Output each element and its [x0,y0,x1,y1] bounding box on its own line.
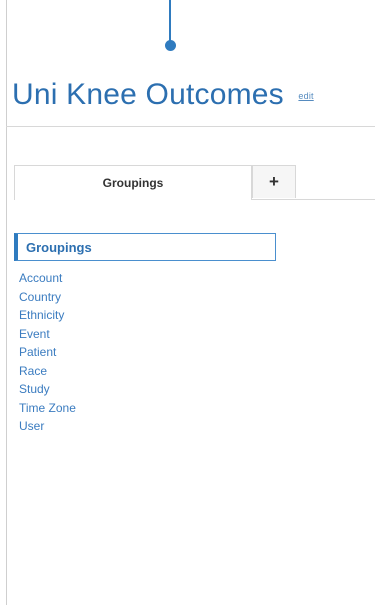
grouping-item-race[interactable]: Race [19,362,76,381]
page-title-text: Uni Knee Outcomes [12,78,284,111]
grouping-item-user[interactable]: User [19,417,76,436]
groupings-header[interactable]: Groupings [14,233,276,261]
page-title: Uni Knee Outcomes edit [12,78,314,112]
grouping-item-country[interactable]: Country [19,288,76,307]
title-edit-link[interactable]: edit [298,91,313,101]
connector-line [169,0,171,43]
grouping-item-account[interactable]: Account [19,269,76,288]
grouping-item-ethnicity[interactable]: Ethnicity [19,306,76,325]
grouping-item-patient[interactable]: Patient [19,343,76,362]
groupings-list: Account Country Ethnicity Event Patient … [19,269,76,436]
grouping-item-time-zone[interactable]: Time Zone [19,399,76,418]
grouping-item-event[interactable]: Event [19,325,76,344]
tab-bar: Groupings + [14,165,375,200]
title-divider [6,126,375,127]
page-left-border [6,0,7,605]
tab-groupings[interactable]: Groupings [14,165,252,200]
connector-dot [165,40,176,51]
grouping-item-study[interactable]: Study [19,380,76,399]
page: Uni Knee Outcomes edit Groupings + Group… [0,0,375,605]
add-tab-button[interactable]: + [252,165,296,198]
